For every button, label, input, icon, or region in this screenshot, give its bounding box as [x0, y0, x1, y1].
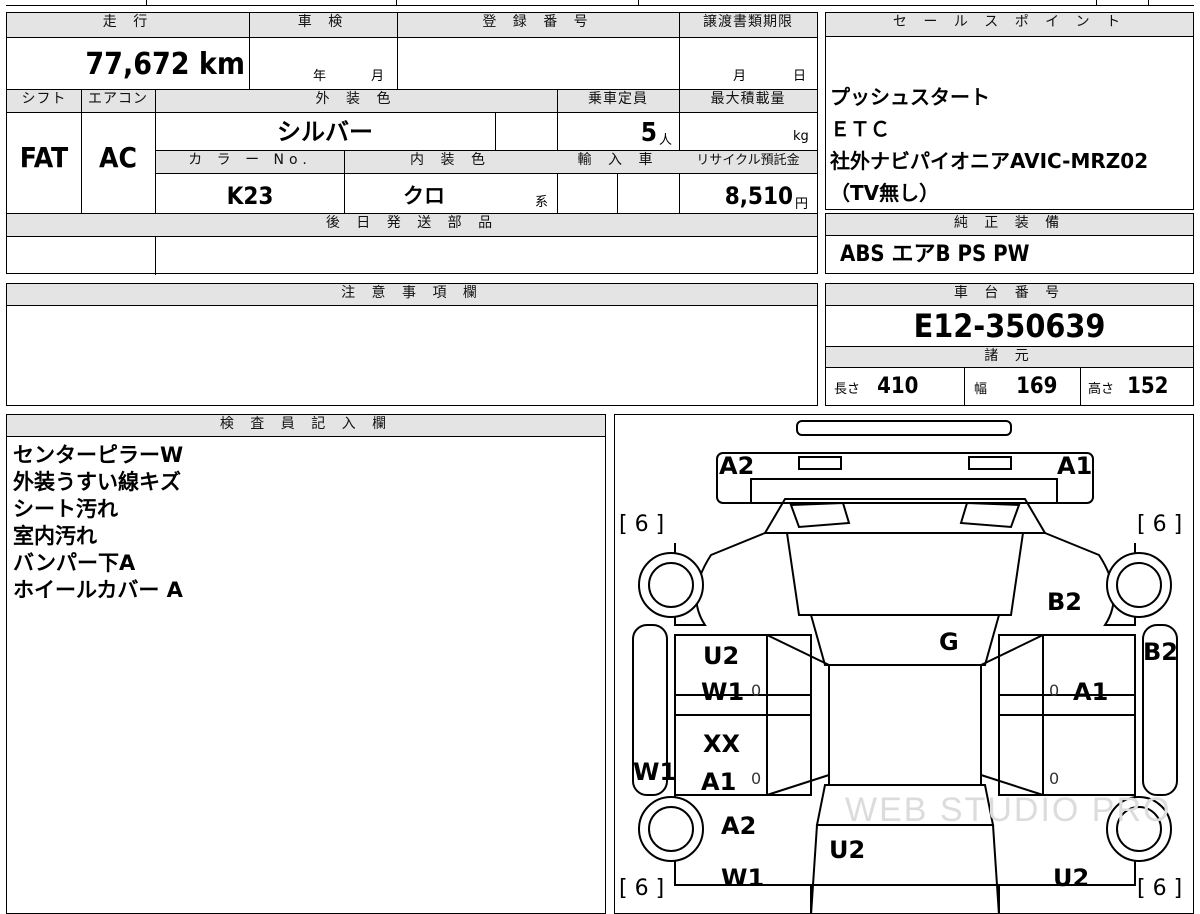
- import-header: 輸 入 車: [557, 151, 679, 173]
- mark-right-rear-bracket: [ 6 ]: [1137, 876, 1183, 901]
- mark-front-left-corner: A2: [719, 452, 755, 480]
- recycle-value: 8,510: [724, 182, 793, 210]
- specs-header: 諸 元: [826, 346, 1193, 368]
- inspection-month-unit: 月: [371, 69, 385, 84]
- color-no-header: カ ラ ー No.: [156, 151, 344, 173]
- interior-header: 内 装 色: [344, 151, 557, 173]
- summary-table: 走 行 車 検 登 録 番 号 譲渡書類期限 77,672 km 年 月 月 日…: [6, 12, 818, 275]
- interior-suffix: 系: [535, 195, 549, 210]
- mark-left-rear-bottom: W1: [721, 864, 765, 892]
- inspector-notes: センターピラーW 外装うすい線キズ シート汚れ 室内汚れ バンパー下A ホイール…: [13, 442, 183, 604]
- mark-left-rear-door-b: A1: [701, 768, 737, 796]
- mark-right-front-door: A1: [1073, 678, 1109, 706]
- mark-left-side-sill: W1: [633, 758, 677, 786]
- capacity-value: 5: [640, 118, 657, 148]
- capacity-unit: 人: [659, 133, 673, 148]
- spec-width: 幅 169: [974, 374, 1057, 399]
- color-no-value: K23: [226, 182, 274, 210]
- inspector-note: シート汚れ: [13, 497, 118, 521]
- zero-mark: 0: [1049, 681, 1060, 700]
- chassis-number: E12-350639: [913, 307, 1106, 345]
- spec-width-value: 169: [1016, 374, 1058, 399]
- spec-length-label: 長さ: [834, 382, 861, 397]
- capacity-header: 乗車定員: [557, 90, 679, 112]
- exterior-color-header: 外 装 色: [155, 90, 557, 112]
- sales-point-item: 社外ナビパイオニアAVIC-MRZ02: [830, 149, 1149, 173]
- exterior-color-value: シルバー: [277, 118, 373, 146]
- mark-rear-center: U2: [829, 836, 866, 864]
- zero-mark: 0: [1049, 769, 1060, 788]
- zero-mark: 0: [751, 769, 762, 788]
- mark-left-rear-door-a: XX: [703, 730, 741, 758]
- transfer-month-unit: 月: [733, 69, 747, 84]
- spec-height-value: 152: [1127, 374, 1169, 399]
- spec-length: 長さ 410: [834, 374, 918, 399]
- inspector-note: バンパー下A: [13, 551, 136, 575]
- top-cutoff-row: [6, 0, 1194, 6]
- standard-equipment-value: ABS エアB PS PW: [840, 242, 1030, 267]
- interior-value: クロ: [403, 184, 445, 208]
- sales-points-header: セ ー ル ス ポ イ ン ト: [826, 13, 1193, 37]
- later-parts-header: 後 日 発 送 部 品: [7, 214, 817, 236]
- max-load-unit: kg: [793, 129, 809, 144]
- mark-right-front-panel: B2: [1047, 588, 1082, 616]
- mark-left-front-door-a: U2: [703, 642, 740, 670]
- chassis-header: 車 台 番 号: [826, 284, 1193, 306]
- shift-value: FAT: [19, 141, 69, 174]
- mark-left-rear-bracket: [ 6 ]: [619, 876, 665, 901]
- caution-panel: 注 意 事 項 欄: [6, 283, 818, 406]
- mark-right-side-sill: B2: [1143, 638, 1178, 666]
- chassis-panel: 車 台 番 号 E12-350639 諸 元 長さ 410 幅 169 高さ 1…: [825, 283, 1194, 406]
- sales-point-item: （TV無し）: [830, 181, 940, 205]
- sales-point-item: プッシュスタート: [830, 85, 990, 109]
- spec-width-label: 幅: [974, 382, 988, 397]
- spec-length-value: 410: [877, 374, 919, 399]
- mark-right-rear-bottom: U2: [1053, 864, 1090, 892]
- ac-value: AC: [99, 141, 137, 174]
- mark-left-front-door-b: W1: [701, 678, 745, 706]
- mileage-header: 走 行: [7, 13, 249, 37]
- mark-left-front-fender: [ 6 ]: [619, 512, 665, 537]
- inspection-header: 車 検: [249, 13, 397, 37]
- sales-points-list: プッシュスタート ＥＴＣ 社外ナビパイオニアAVIC-MRZ02 （TV無し）: [830, 81, 1148, 209]
- mileage-value: 77,672 km: [85, 47, 245, 82]
- recycle-header: リサイクル預託金: [679, 151, 817, 173]
- inspector-header: 検 査 員 記 入 欄: [7, 415, 605, 437]
- spec-height-label: 高さ: [1088, 382, 1115, 397]
- inspector-note: センターピラーW: [13, 443, 184, 467]
- inspector-note: ホイールカバー A: [13, 578, 183, 602]
- inspector-note: 室内汚れ: [13, 524, 97, 548]
- car-diagram-panel: A2 A1 [ 6 ] [ 6 ] B2 G U2 W1 0 0 A1 B2 X…: [614, 414, 1194, 914]
- zero-mark: 0: [751, 681, 762, 700]
- sales-points-panel: セ ー ル ス ポ イ ン ト プッシュスタート ＥＴＣ 社外ナビパイオニアAV…: [825, 12, 1194, 210]
- sales-point-item: ＥＴＣ: [830, 117, 890, 141]
- spec-height: 高さ 152: [1088, 374, 1168, 399]
- mark-left-rear-fender: A2: [721, 812, 757, 840]
- transfer-header: 譲渡書類期限: [679, 13, 817, 37]
- watermark: WEB STUDIO PRO: [845, 791, 1172, 829]
- transfer-day-unit: 日: [793, 69, 807, 84]
- car-outline-diagram: [632, 420, 1178, 913]
- inspector-note: 外装うすい線キズ: [13, 470, 181, 494]
- recycle-unit: 円: [795, 197, 809, 212]
- standard-equipment-header: 純 正 装 備: [826, 214, 1193, 236]
- inspector-panel: 検 査 員 記 入 欄 センターピラーW 外装うすい線キズ シート汚れ 室内汚れ…: [6, 414, 606, 914]
- inspection-year-unit: 年: [313, 69, 327, 84]
- caution-header: 注 意 事 項 欄: [7, 284, 817, 306]
- max-load-header: 最大積載量: [679, 90, 817, 112]
- mark-roof: G: [939, 628, 959, 656]
- mark-front-right-corner: A1: [1057, 452, 1093, 480]
- mark-right-front-fender: [ 6 ]: [1137, 512, 1183, 537]
- ac-header: エアコン: [81, 90, 155, 112]
- shift-header: シフト: [7, 90, 81, 112]
- standard-equipment-panel: 純 正 装 備 ABS エアB PS PW: [825, 213, 1194, 274]
- registration-header: 登 録 番 号: [397, 13, 679, 37]
